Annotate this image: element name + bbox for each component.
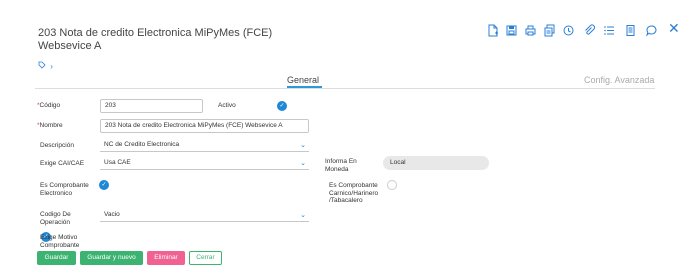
list-icon[interactable] bbox=[603, 24, 617, 38]
tab-divider bbox=[35, 88, 655, 89]
exige-cai-value: Usa CAE bbox=[104, 159, 131, 166]
exige-motivo-label: Exige Motivo Comprobante bbox=[40, 234, 80, 249]
copy-icon[interactable] bbox=[543, 24, 557, 38]
tab-general[interactable]: General bbox=[287, 75, 319, 85]
page-title: 203 Nota de credito Electronica MiPyMes … bbox=[38, 27, 273, 52]
nombre-label: *Nombre bbox=[37, 122, 63, 129]
chevron-down-icon: ⌄ bbox=[300, 142, 306, 149]
comprobante-electronico-label: Es Comprobante Electronico bbox=[40, 182, 89, 197]
delete-button[interactable]: Eliminar bbox=[147, 251, 185, 265]
attach-icon[interactable] bbox=[583, 24, 597, 38]
descripcion-label: Descripción bbox=[40, 142, 74, 149]
chevron-right-icon[interactable]: › bbox=[50, 62, 53, 71]
informa-moneda-label: Informa En Moneda bbox=[325, 158, 357, 173]
comprobante-electronico-checkbox[interactable]: ✓ bbox=[99, 180, 109, 190]
descripcion-value: NC de Credito Electronica bbox=[104, 141, 180, 148]
close-icon[interactable]: ✕ bbox=[668, 21, 680, 35]
nombre-input[interactable]: 203 Nota de credito Electronica MiPyMes … bbox=[100, 119, 309, 133]
tag-icon[interactable] bbox=[38, 61, 48, 71]
tag-row: › bbox=[38, 61, 53, 71]
activo-checkbox[interactable]: ✓ bbox=[277, 101, 287, 111]
tab-config-avanzada[interactable]: Config. Avanzada bbox=[584, 75, 654, 85]
comprobante-carnico-label: Es Comprobante Carnico/Harinero /Tabacal… bbox=[329, 182, 379, 204]
history-icon[interactable] bbox=[562, 24, 576, 38]
save-and-new-button[interactable]: Guardar y nuevo bbox=[80, 251, 143, 265]
codigo-operacion-value: Vacio bbox=[104, 211, 120, 218]
codigo-input[interactable]: 203 bbox=[100, 99, 203, 113]
activo-label: Activo bbox=[218, 102, 236, 109]
print-icon[interactable] bbox=[524, 24, 538, 38]
save-icon[interactable] bbox=[505, 24, 519, 38]
chevron-down-icon: ⌄ bbox=[300, 212, 306, 219]
descripcion-select[interactable]: NC de Credito Electronica ⌄ bbox=[100, 138, 309, 152]
document-icon[interactable] bbox=[624, 24, 638, 38]
codigo-operacion-select[interactable]: Vacio ⌄ bbox=[100, 208, 309, 222]
exige-cai-select[interactable]: Usa CAE ⌄ bbox=[100, 156, 309, 170]
comment-icon[interactable] bbox=[645, 24, 659, 38]
informa-moneda-value[interactable]: Local bbox=[383, 156, 489, 170]
exige-cai-label: Exige CAI/CAE bbox=[40, 160, 85, 167]
codigo-operacion-label: Codigo De Operación bbox=[40, 211, 71, 226]
chevron-down-icon: ⌄ bbox=[300, 160, 306, 167]
comprobante-carnico-checkbox[interactable] bbox=[387, 180, 397, 190]
close-button[interactable]: Cerrar bbox=[189, 251, 222, 265]
codigo-label: *Código bbox=[37, 102, 61, 109]
save-button[interactable]: Guardar bbox=[37, 251, 76, 265]
new-document-icon[interactable] bbox=[486, 24, 500, 38]
